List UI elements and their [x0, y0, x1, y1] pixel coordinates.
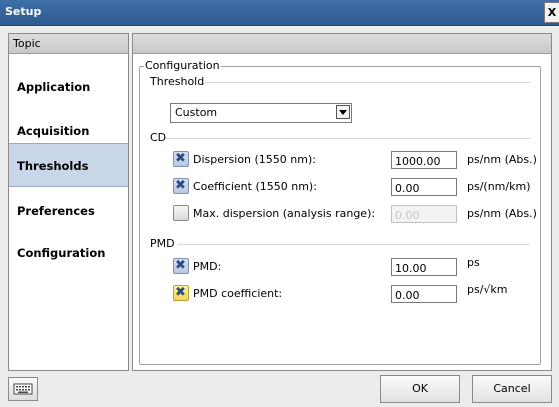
dispersion-checkbox[interactable]: ✖ — [173, 151, 189, 167]
pmd-coefficient-value: 0.00 — [395, 289, 420, 302]
pmd-coefficient-label: PMD coefficient: — [193, 287, 283, 300]
coefficient-unit: ps/(nm/km) — [467, 180, 531, 193]
pmd-input[interactable]: 10.00 — [391, 258, 457, 276]
keyboard-icon — [13, 383, 33, 395]
topic-item-configuration[interactable]: Configuration — [9, 231, 128, 275]
topic-item-thresholds[interactable]: Thresholds — [9, 143, 128, 187]
close-button[interactable]: X — [544, 2, 559, 23]
coefficient-input[interactable]: 0.00 — [391, 178, 457, 196]
x-mark-icon: ✖ — [175, 178, 186, 193]
keyboard-button[interactable] — [8, 377, 38, 401]
threshold-label: Threshold — [150, 75, 205, 88]
configuration-legend: Configuration — [144, 59, 221, 72]
topic-panel: Topic Application Acquisition Thresholds… — [8, 33, 129, 371]
button-bar: OK Cancel — [0, 374, 559, 407]
max-dispersion-value: 0.00 — [395, 209, 420, 222]
dispersion-unit: ps/nm (Abs.) — [467, 153, 537, 166]
coefficient-checkbox[interactable]: ✖ — [173, 178, 189, 194]
pmd-label: PMD — [150, 237, 175, 250]
max-dispersion-checkbox[interactable] — [173, 205, 189, 221]
topic-item-preferences[interactable]: Preferences — [9, 189, 128, 233]
window-title: Setup — [5, 5, 42, 18]
title-bar: Setup X — [0, 0, 559, 26]
pmd-checkbox[interactable]: ✖ — [173, 258, 189, 274]
pmd-coefficient-unit: ps/√km — [467, 283, 508, 296]
pmd-divider — [178, 244, 530, 245]
pmd-field-label: PMD: — [193, 260, 222, 273]
threshold-dropdown[interactable]: Custom — [170, 103, 352, 123]
configuration-group: Configuration Threshold Custom CD ✖ Disp… — [139, 59, 541, 365]
x-mark-icon: ✖ — [175, 258, 186, 273]
threshold-divider — [205, 82, 530, 83]
dispersion-value: 1000.00 — [395, 155, 441, 168]
chevron-down-icon[interactable] — [336, 105, 350, 119]
dispersion-input[interactable]: 1000.00 — [391, 151, 457, 169]
pmd-unit: ps — [467, 256, 480, 269]
threshold-dropdown-value: Custom — [175, 106, 218, 119]
pmd-coefficient-checkbox[interactable]: ✖ — [173, 285, 189, 301]
coefficient-value: 0.00 — [395, 182, 420, 195]
max-dispersion-unit: ps/nm (Abs.) — [467, 207, 537, 220]
max-dispersion-input: 0.00 — [391, 205, 457, 223]
dispersion-label: Dispersion (1550 nm): — [193, 153, 316, 166]
x-mark-icon: ✖ — [175, 285, 186, 300]
cancel-button[interactable]: Cancel — [472, 375, 552, 403]
x-mark-icon: ✖ — [175, 151, 186, 166]
pmd-coefficient-input[interactable]: 0.00 — [391, 285, 457, 303]
topic-header: Topic — [9, 34, 128, 54]
cd-label: CD — [150, 131, 167, 144]
settings-header — [133, 34, 551, 54]
ok-button[interactable]: OK — [380, 375, 460, 403]
pmd-value: 10.00 — [395, 262, 427, 275]
topic-item-application[interactable]: Application — [9, 65, 128, 109]
cd-divider — [166, 138, 530, 139]
coefficient-label: Coefficient (1550 nm): — [193, 180, 317, 193]
max-dispersion-label: Max. dispersion (analysis range): — [193, 207, 376, 220]
settings-panel: Configuration Threshold Custom CD ✖ Disp… — [132, 33, 552, 371]
